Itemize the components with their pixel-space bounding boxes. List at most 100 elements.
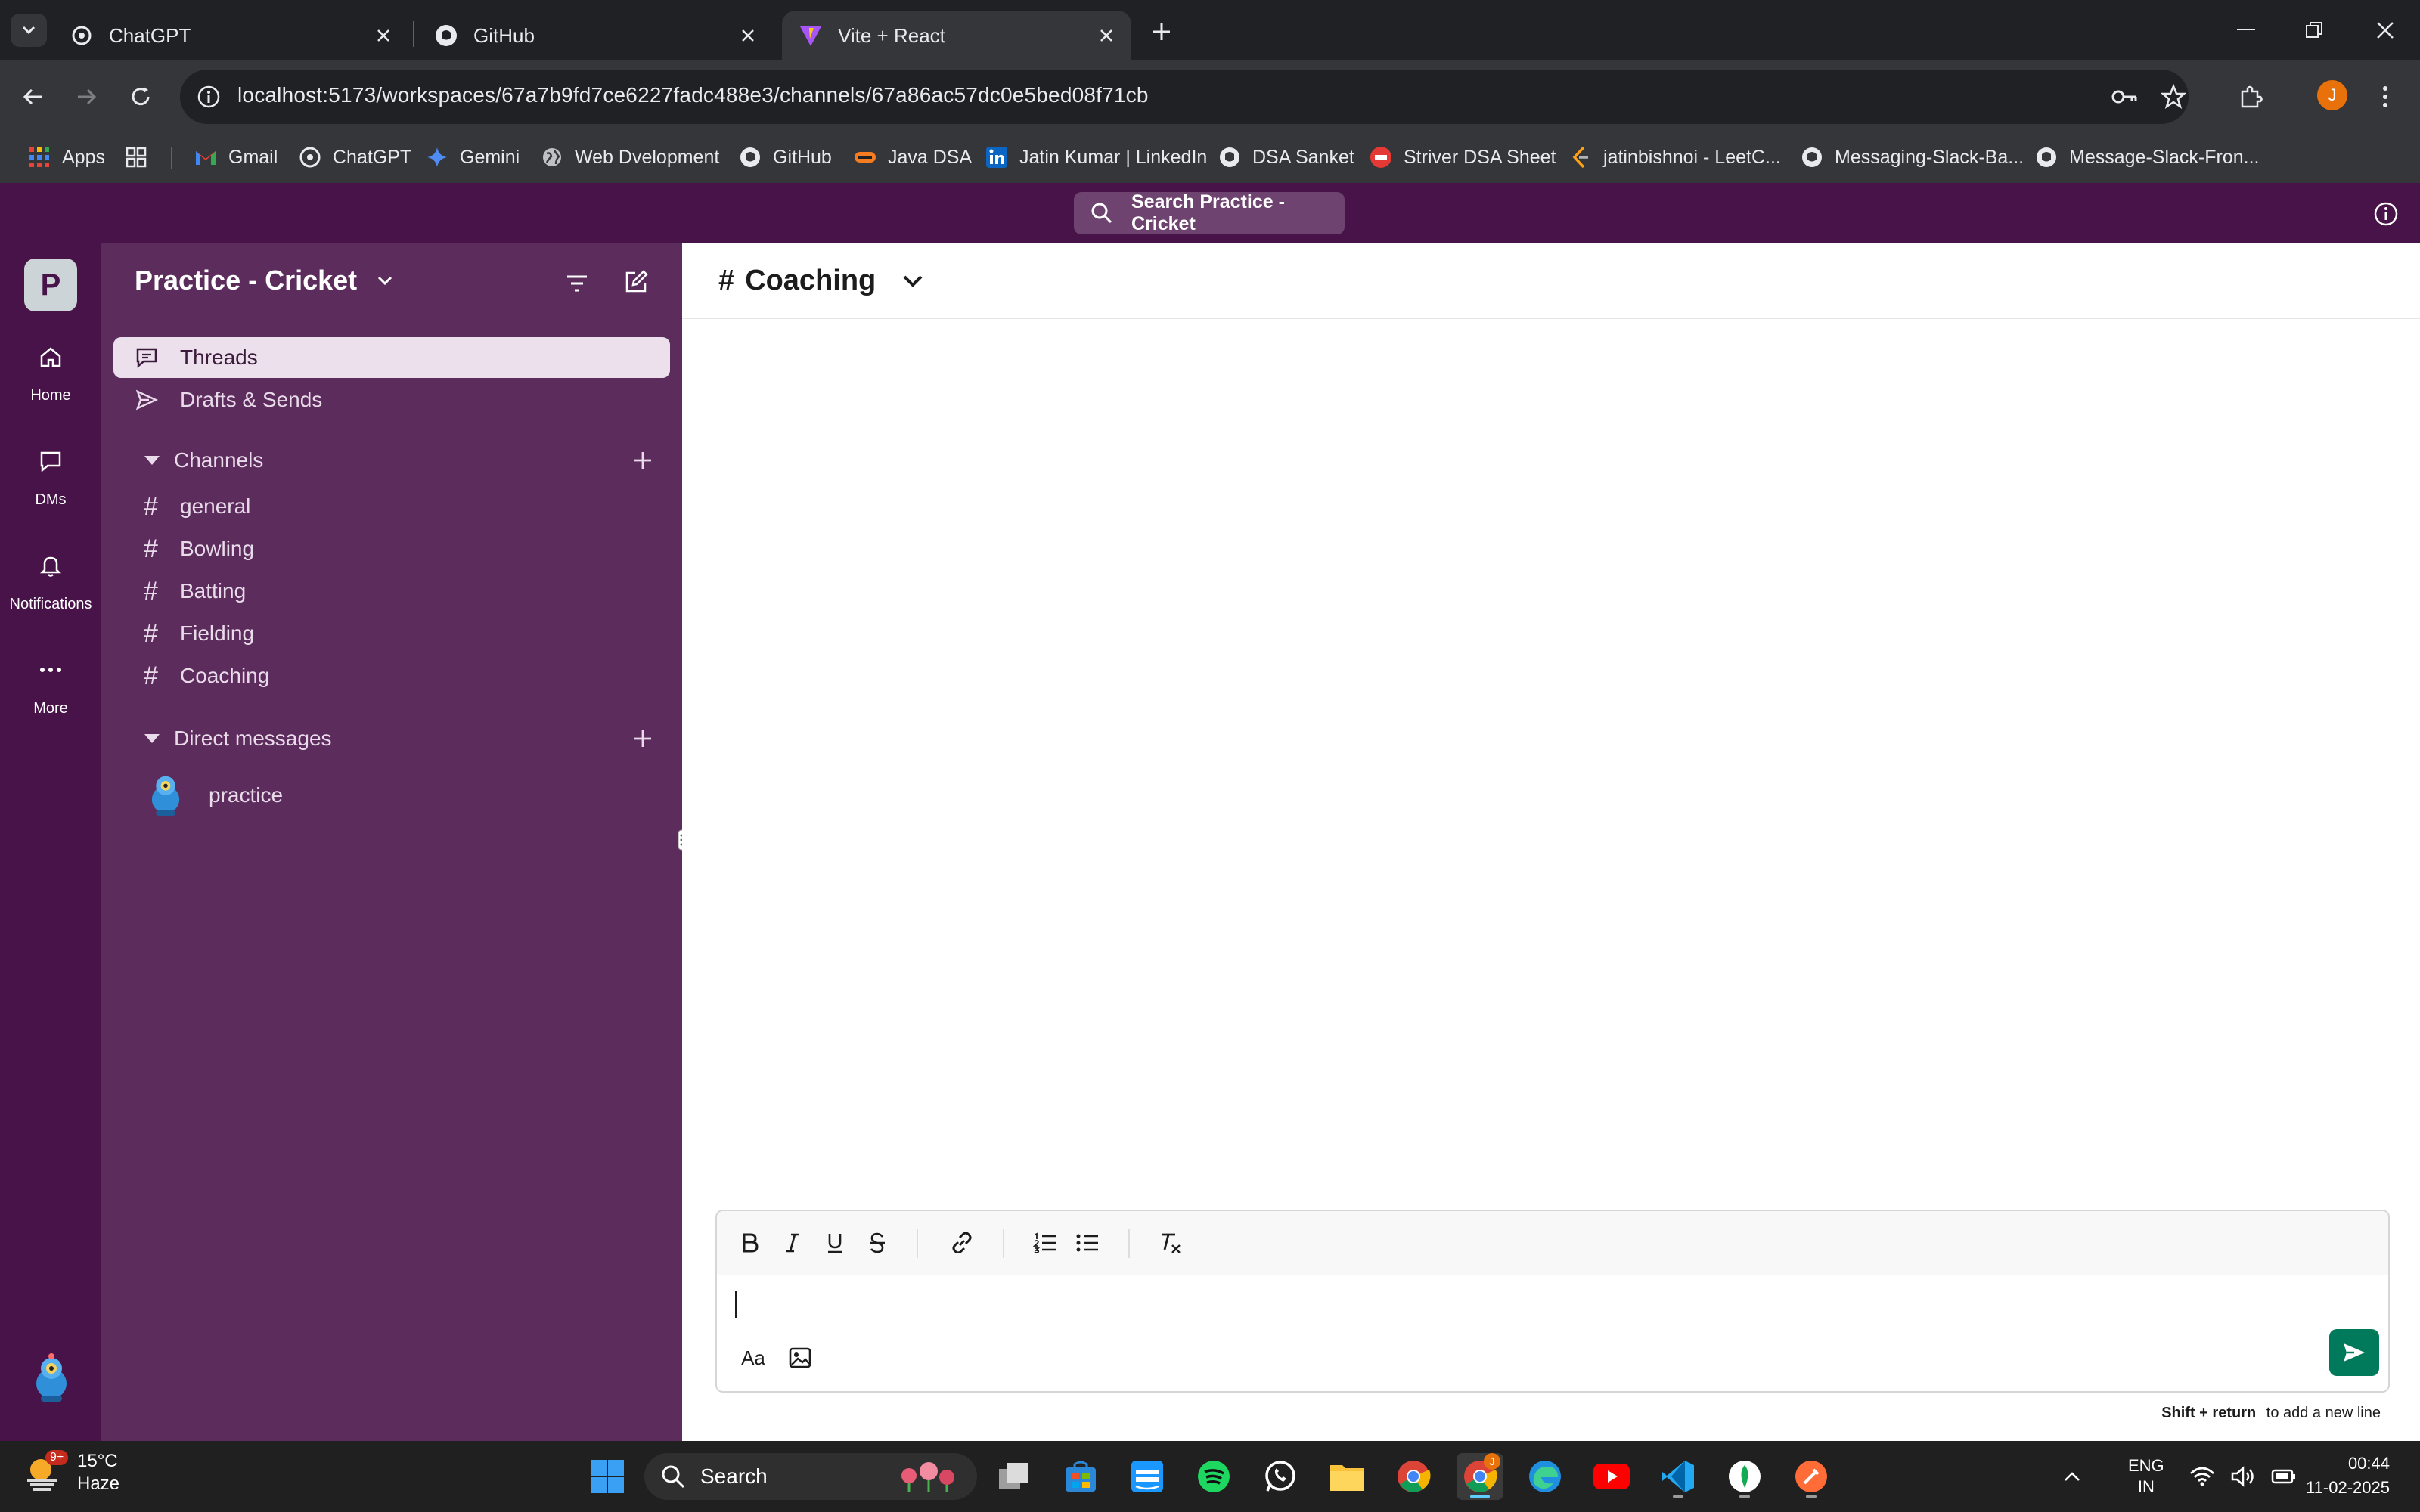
url-text[interactable]: localhost:5173/workspaces/67a7b9fd7ce622… [237, 83, 1149, 107]
close-tab-icon[interactable] [1098, 27, 1115, 44]
sidebar-item-threads[interactable]: Threads [113, 337, 670, 378]
running-app-indicator [1673, 1495, 1683, 1498]
attach-image-button[interactable] [783, 1341, 817, 1374]
bookmark-grid-launcher[interactable] [124, 138, 159, 177]
channel-item-fielding[interactable]: # Fielding [144, 614, 670, 653]
channel-title-button[interactable]: # Coaching [718, 265, 924, 297]
ordered-list-button[interactable] [1030, 1228, 1060, 1258]
message-input[interactable] [735, 1290, 2353, 1328]
bookmark-web-development[interactable]: Web Dvelopment [540, 138, 719, 177]
minimize-window-button[interactable] [2223, 14, 2269, 47]
taskbar-whatsapp[interactable] [1257, 1453, 1304, 1500]
filter-button[interactable] [560, 266, 594, 301]
clock[interactable]: 00:44 11-02-2025 [2306, 1452, 2390, 1500]
bookmark-message-slack-frontend[interactable]: Message-Slack-Fron... [2034, 138, 2259, 177]
taskbar-edge[interactable] [1522, 1453, 1568, 1500]
reload-button[interactable] [123, 79, 159, 115]
rail-item-more[interactable]: More [0, 647, 101, 717]
underline-button[interactable] [820, 1228, 850, 1258]
rail-item-dms[interactable]: DMs [0, 438, 101, 509]
add-dm-button[interactable] [628, 723, 658, 754]
wifi-icon[interactable] [2187, 1461, 2217, 1492]
bookmark-dsa-sanket[interactable]: DSA Sanket [1218, 138, 1354, 177]
password-key-icon[interactable] [2110, 82, 2140, 112]
address-bar[interactable]: localhost:5173/workspaces/67a7b9fd7ce622… [180, 70, 2189, 124]
rail-item-home[interactable]: Home [0, 334, 101, 404]
channels-section-header[interactable]: Channels [144, 442, 670, 479]
strikethrough-button[interactable] [862, 1228, 892, 1258]
taskbar-prime-video[interactable] [1124, 1453, 1171, 1500]
volume-icon[interactable] [2228, 1461, 2258, 1492]
dms-section-header[interactable]: Direct messages [144, 720, 670, 758]
workspace-name-menu[interactable]: Practice - Cricket [135, 265, 393, 296]
taskbar-mongodb-compass[interactable] [1721, 1453, 1768, 1500]
taskbar-chrome-profile-1[interactable] [1390, 1453, 1437, 1500]
taskbar-chrome-profile-2[interactable]: J [1457, 1453, 1503, 1500]
extensions-button[interactable] [2232, 79, 2269, 115]
bookmark-java-dsa[interactable]: Java DSA [853, 138, 972, 177]
forward-button[interactable] [68, 79, 104, 115]
bookmark-striver-dsa-sheet[interactable]: Striver DSA Sheet [1369, 138, 1556, 177]
battery-icon[interactable] [2269, 1461, 2299, 1492]
bookmark-label: ChatGPT [333, 146, 412, 168]
bookmark-gmail[interactable]: Gmail [194, 138, 278, 177]
bookmark-chatgpt[interactable]: ChatGPT [298, 138, 411, 177]
tab-search-dropdown[interactable] [11, 14, 47, 47]
hint-keys: Shift + return [2161, 1405, 2257, 1421]
input-language[interactable]: ENG IN [2128, 1455, 2164, 1498]
text-format-toggle-button[interactable]: Aa [737, 1341, 770, 1374]
bookmark-star-icon[interactable] [2158, 82, 2189, 112]
browser-menu-button[interactable] [2367, 79, 2403, 115]
restore-window-button[interactable] [2291, 14, 2337, 47]
close-tab-icon[interactable] [375, 27, 392, 44]
taskbar-task-view[interactable] [991, 1453, 1038, 1500]
bookmark-linkedin[interactable]: Jatin Kumar | LinkedIn [985, 138, 1207, 177]
compose-button[interactable] [619, 265, 653, 299]
dm-item-practice[interactable]: practice [144, 765, 670, 826]
add-channel-button[interactable] [628, 445, 658, 476]
channel-item-batting[interactable]: # Batting [144, 572, 670, 611]
taskbar-microsoft-store[interactable] [1057, 1453, 1104, 1500]
close-tab-icon[interactable] [740, 27, 756, 44]
taskbar-vscode[interactable] [1655, 1453, 1702, 1500]
profile-avatar[interactable]: J [2317, 80, 2347, 110]
close-window-button[interactable] [2363, 14, 2408, 47]
browser-tab-chatgpt[interactable]: ChatGPT [53, 11, 408, 60]
bookmark-apps[interactable]: Apps [27, 138, 105, 177]
taskbar-spotify[interactable] [1190, 1453, 1237, 1500]
start-button[interactable] [584, 1453, 631, 1500]
weather-widget[interactable]: 9+ 15°C Haze [23, 1450, 119, 1495]
user-avatar[interactable] [27, 1352, 76, 1406]
taskbar-search[interactable]: Search [644, 1453, 977, 1500]
bold-button[interactable] [735, 1228, 765, 1258]
workspace-avatar[interactable]: P [24, 259, 77, 311]
bookmark-messaging-slack-backend[interactable]: Messaging-Slack-Ba... [1800, 138, 2024, 177]
send-icon [2344, 1343, 2365, 1362]
bookmark-gemini[interactable]: Gemini [425, 138, 520, 177]
chevron-up-icon[interactable] [2057, 1461, 2087, 1492]
link-button[interactable] [947, 1228, 977, 1258]
clear-formatting-button[interactable] [1156, 1228, 1186, 1258]
bookmark-leetcode[interactable]: jatinbishnoi - LeetC... [1568, 138, 1781, 177]
italic-button[interactable] [777, 1228, 808, 1258]
taskbar-postman[interactable] [1788, 1453, 1835, 1500]
workspace-search-button[interactable]: Search Practice - Cricket [1074, 191, 1345, 234]
new-tab-button[interactable] [1146, 17, 1177, 47]
bullet-list-button[interactable] [1072, 1228, 1103, 1258]
channel-item-general[interactable]: # general [144, 487, 670, 526]
browser-tab-github[interactable]: GitHub [417, 11, 773, 60]
bookmark-github[interactable]: GitHub [738, 138, 832, 177]
back-button[interactable] [15, 79, 51, 115]
taskbar-file-explorer[interactable] [1323, 1453, 1370, 1500]
channel-item-coaching[interactable]: # Coaching [144, 656, 670, 696]
taskbar-youtube[interactable] [1588, 1453, 1635, 1500]
sidebar-item-drafts-sends[interactable]: Drafts & Sends [113, 380, 670, 420]
browser-tab-vite-react[interactable]: Vite + React [782, 11, 1131, 60]
site-info-icon[interactable] [194, 82, 224, 112]
kebab-menu-icon [2383, 86, 2387, 107]
channel-item-bowling[interactable]: # Bowling [144, 529, 670, 569]
rail-item-notifications[interactable]: Notifications [0, 543, 101, 613]
send-button[interactable] [2329, 1329, 2379, 1376]
info-button[interactable] [2372, 200, 2400, 228]
sidebar-item-label: Drafts & Sends [180, 388, 323, 411]
